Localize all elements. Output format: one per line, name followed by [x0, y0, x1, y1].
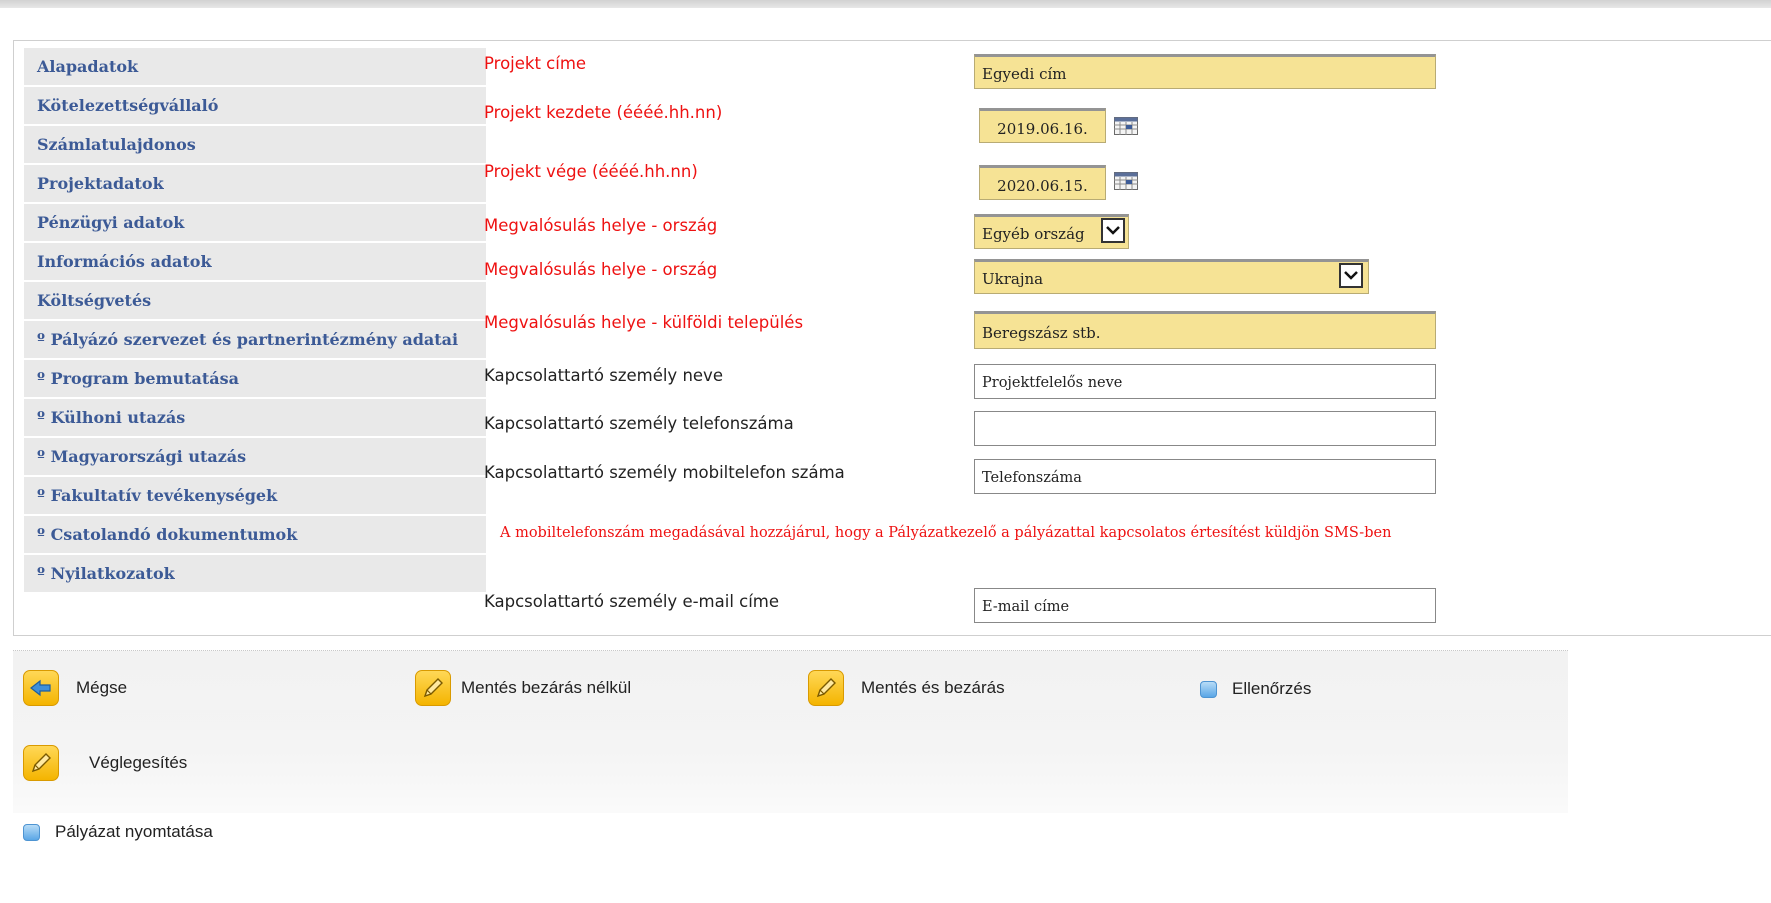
calendar-icon[interactable]	[1114, 117, 1138, 135]
back-arrow-icon	[23, 670, 59, 706]
save-without-close-button[interactable]: Mentés bezárás nélkül	[415, 670, 631, 706]
contact-mobile-label: Kapcsolattartó személy mobiltelefon szám…	[484, 463, 845, 482]
sidebar-item-alapadatok[interactable]: Alapadatok	[24, 48, 486, 85]
check-label: Ellenőrzés	[1232, 679, 1312, 698]
save-and-close-label: Mentés és bezárás	[861, 678, 1005, 697]
foreign-settlement-input[interactable]: Beregszász stb.	[974, 311, 1436, 349]
project-title-input[interactable]: Egyedi cím	[974, 54, 1436, 89]
contact-name-label: Kapcsolattartó személy neve	[484, 366, 723, 385]
country-type-select[interactable]: Egyéb ország	[974, 214, 1129, 249]
contact-email-label: Kapcsolattartó személy e-mail címe	[484, 592, 780, 611]
start-date-input[interactable]: 2019.06.16.	[979, 108, 1106, 143]
print-application-button[interactable]: Pályázat nyomtatása	[23, 822, 213, 842]
sidebar-item-program-bemutatasa[interactable]: º Program bemutatása	[24, 360, 486, 397]
sidebar-item-csatolando-dokumentumok[interactable]: º Csatolandó dokumentumok	[24, 516, 486, 553]
square-icon	[23, 823, 40, 841]
contact-email-input[interactable]: E-mail címe	[974, 588, 1436, 623]
country-type-label: Megvalósulás helye - ország	[484, 216, 718, 235]
save-without-close-label: Mentés bezárás nélkül	[461, 678, 632, 697]
sidebar-item-kulhoni-utazas[interactable]: º Külhoni utazás	[24, 399, 486, 436]
cancel-button[interactable]: Mégse	[23, 670, 127, 706]
sidebar-item-szamlatulajdonos[interactable]: Számlatulajdonos	[24, 126, 486, 163]
finalize-button[interactable]: Véglegesítés	[23, 745, 187, 781]
sidebar-item-nyilatkozatok[interactable]: º Nyilatkozatok	[24, 555, 486, 592]
pencil-icon	[808, 670, 844, 706]
start-date-label: Projekt kezdete (éééé.hh.nn)	[484, 103, 723, 122]
contact-phone-input[interactable]	[974, 411, 1436, 446]
sms-notice: A mobiltelefonszám megadásával hozzájáru…	[500, 525, 1392, 541]
country-value: Ukrajna	[982, 270, 1044, 288]
end-date-label: Projekt vége (éééé.hh.nn)	[484, 162, 698, 181]
square-icon	[1200, 680, 1217, 698]
top-bar	[0, 0, 1771, 8]
save-and-close-button[interactable]: Mentés és bezárás	[808, 670, 1005, 706]
print-application-label: Pályázat nyomtatása	[55, 822, 213, 841]
sidebar-item-penzugyi-adatok[interactable]: Pénzügyi adatok	[24, 204, 486, 241]
finalize-label: Véglegesítés	[89, 753, 188, 772]
sidebar-item-projektadatok[interactable]: Projektadatok	[24, 165, 486, 202]
pencil-icon	[415, 670, 451, 706]
sidebar-item-koltsegvetes[interactable]: Költségvetés	[24, 282, 486, 319]
sidebar-item-magyarorszagi-utazas[interactable]: º Magyarországi utazás	[24, 438, 486, 475]
sidebar-item-kotelezettsegvallalo[interactable]: Kötelezettségvállaló	[24, 87, 486, 124]
chevron-down-icon[interactable]	[1339, 263, 1363, 288]
cancel-label: Mégse	[76, 678, 128, 697]
country-select[interactable]: Ukrajna	[974, 259, 1369, 294]
form-panel: Alapadatok Kötelezettségvállaló Számlatu…	[13, 40, 1771, 636]
sidebar-item-informacios-adatok[interactable]: Információs adatok	[24, 243, 486, 280]
contact-mobile-input[interactable]: Telefonszáma	[974, 459, 1436, 494]
check-button[interactable]: Ellenőrzés	[1200, 679, 1311, 699]
foreign-settlement-label: Megvalósulás helye - külföldi település	[484, 313, 804, 332]
pencil-icon	[23, 745, 59, 781]
country-label: Megvalósulás helye - ország	[484, 260, 718, 279]
sidebar-nav: Alapadatok Kötelezettségvállaló Számlatu…	[24, 48, 486, 594]
country-type-value: Egyéb ország	[982, 225, 1085, 243]
sidebar-item-palyazo-szervezet[interactable]: º Pályázó szervezet és partnerintézmény …	[24, 321, 486, 358]
project-title-label: Projekt címe	[484, 54, 587, 73]
contact-phone-label: Kapcsolattartó személy telefonszáma	[484, 414, 794, 433]
action-bar	[13, 650, 1568, 813]
chevron-down-icon[interactable]	[1101, 218, 1125, 243]
contact-name-input[interactable]: Projektfelelős neve	[974, 364, 1436, 399]
sidebar-item-fakultativ-tevekenysegek[interactable]: º Fakultatív tevékenységek	[24, 477, 486, 514]
calendar-icon[interactable]	[1114, 172, 1138, 190]
end-date-input[interactable]: 2020.06.15.	[979, 165, 1106, 200]
